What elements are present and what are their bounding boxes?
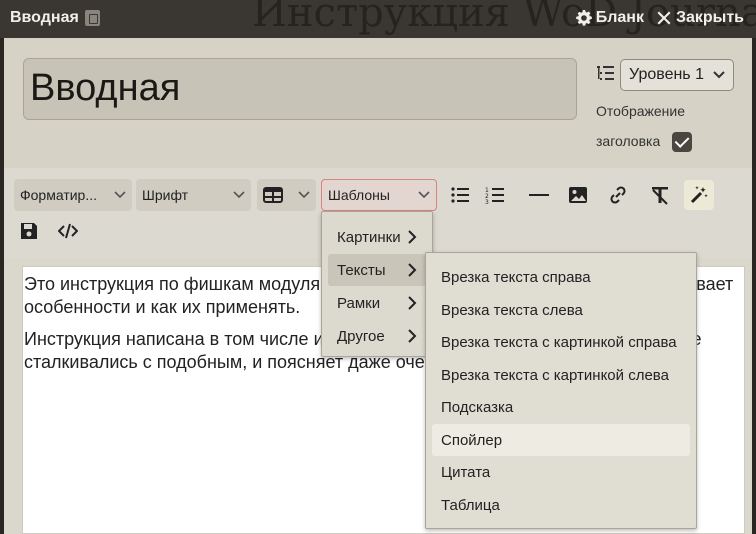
chevron-down-icon bbox=[713, 71, 725, 79]
magic-wand-button[interactable] bbox=[684, 180, 714, 210]
menu-item-label: Другое bbox=[337, 327, 385, 345]
window-actions: Бланк Закрыть bbox=[575, 9, 744, 27]
table-icon bbox=[263, 187, 283, 203]
table-dropdown[interactable] bbox=[257, 179, 316, 211]
heading-level-control: Уровень 1 bbox=[596, 59, 734, 91]
font-dropdown-label: Шрифт bbox=[142, 187, 189, 203]
menu-item-label: Рамки bbox=[337, 294, 381, 312]
save-button[interactable] bbox=[14, 216, 44, 246]
submenu-item-quote[interactable]: Цитата bbox=[432, 456, 690, 488]
texts-submenu: Врезка текста справа Врезка текста слева… bbox=[425, 252, 697, 529]
show-title-checkbox[interactable] bbox=[672, 132, 693, 153]
code-icon bbox=[58, 223, 78, 239]
header-area: Вводная Уровень 1 Отображение заголовка bbox=[4, 38, 752, 168]
save-icon bbox=[21, 223, 37, 239]
window-title: Вводная bbox=[10, 9, 100, 27]
chevron-down-icon bbox=[418, 191, 430, 199]
menu-item-label: Тексты bbox=[337, 261, 386, 279]
source-code-button[interactable] bbox=[53, 216, 83, 246]
clear-format-button[interactable] bbox=[645, 180, 675, 210]
horizontal-rule-icon bbox=[529, 194, 549, 196]
blank-button[interactable]: Бланк bbox=[575, 9, 644, 27]
image-icon bbox=[569, 187, 587, 203]
templates-dropdown-label: Шаблоны bbox=[328, 187, 390, 203]
submenu-item-text-image-right[interactable]: Врезка текста с картинкой справа bbox=[432, 326, 690, 358]
image-button[interactable] bbox=[563, 180, 593, 210]
templates-menu-item-frames[interactable]: Рамки bbox=[328, 287, 426, 319]
chevron-right-icon bbox=[408, 329, 417, 343]
templates-menu-item-images[interactable]: Картинки bbox=[328, 221, 426, 253]
templates-menu: Картинки Тексты Рамки Другое bbox=[321, 211, 433, 357]
show-title-option: Отображение заголовка bbox=[596, 96, 706, 156]
svg-text:3: 3 bbox=[485, 199, 489, 205]
link-icon bbox=[610, 186, 626, 204]
submenu-item-hint[interactable]: Подсказка bbox=[432, 391, 690, 423]
templates-dropdown[interactable]: Шаблоны bbox=[321, 179, 437, 211]
format-dropdown-label: Форматир... bbox=[20, 187, 98, 203]
chevron-right-icon bbox=[408, 296, 417, 310]
page-title-input[interactable]: Вводная bbox=[23, 58, 577, 120]
list-level-icon bbox=[596, 64, 616, 87]
templates-menu-item-texts[interactable]: Тексты bbox=[328, 254, 426, 286]
chevron-down-icon bbox=[233, 191, 245, 199]
submenu-item-text-inset-left[interactable]: Врезка текста слева bbox=[432, 294, 690, 326]
window-title-text: Вводная bbox=[10, 9, 79, 26]
chevron-right-icon bbox=[408, 263, 417, 277]
heading-level-value: Уровень 1 bbox=[629, 66, 704, 83]
submenu-item-text-image-left[interactable]: Врезка текста с картинкой слева bbox=[432, 359, 690, 391]
templates-menu-item-other[interactable]: Другое bbox=[328, 320, 426, 352]
gear-icon bbox=[575, 10, 592, 26]
chevron-right-icon bbox=[408, 230, 417, 244]
format-dropdown[interactable]: Форматир... bbox=[14, 179, 132, 211]
bullet-list-button[interactable] bbox=[445, 180, 475, 210]
close-button[interactable]: Закрыть bbox=[656, 9, 744, 27]
bullet-list-icon bbox=[451, 187, 469, 203]
blank-label: Бланк bbox=[595, 9, 644, 26]
submenu-item-table[interactable]: Таблица bbox=[432, 489, 690, 521]
clear-format-icon bbox=[652, 187, 668, 205]
window-topbar: Инструкция WoD Journal RU Вводная Бланк … bbox=[0, 0, 756, 38]
close-label: Закрыть bbox=[675, 9, 744, 26]
heading-level-select[interactable]: Уровень 1 bbox=[620, 59, 734, 91]
menu-item-label: Картинки bbox=[337, 228, 401, 246]
chevron-down-icon bbox=[298, 191, 310, 199]
submenu-item-spoiler[interactable]: Спойлер bbox=[432, 423, 690, 456]
close-icon bbox=[657, 11, 671, 25]
journal-page-icon[interactable] bbox=[84, 10, 100, 26]
font-dropdown[interactable]: Шрифт bbox=[136, 179, 251, 211]
chevron-down-icon bbox=[114, 191, 126, 199]
magic-wand-icon bbox=[690, 186, 708, 204]
numbered-list-button[interactable]: 123 bbox=[480, 180, 510, 210]
link-button[interactable] bbox=[603, 180, 633, 210]
numbered-list-icon: 123 bbox=[485, 187, 504, 205]
horizontal-rule-button[interactable] bbox=[524, 180, 554, 210]
submenu-item-text-inset-right[interactable]: Врезка текста справа bbox=[432, 261, 690, 293]
